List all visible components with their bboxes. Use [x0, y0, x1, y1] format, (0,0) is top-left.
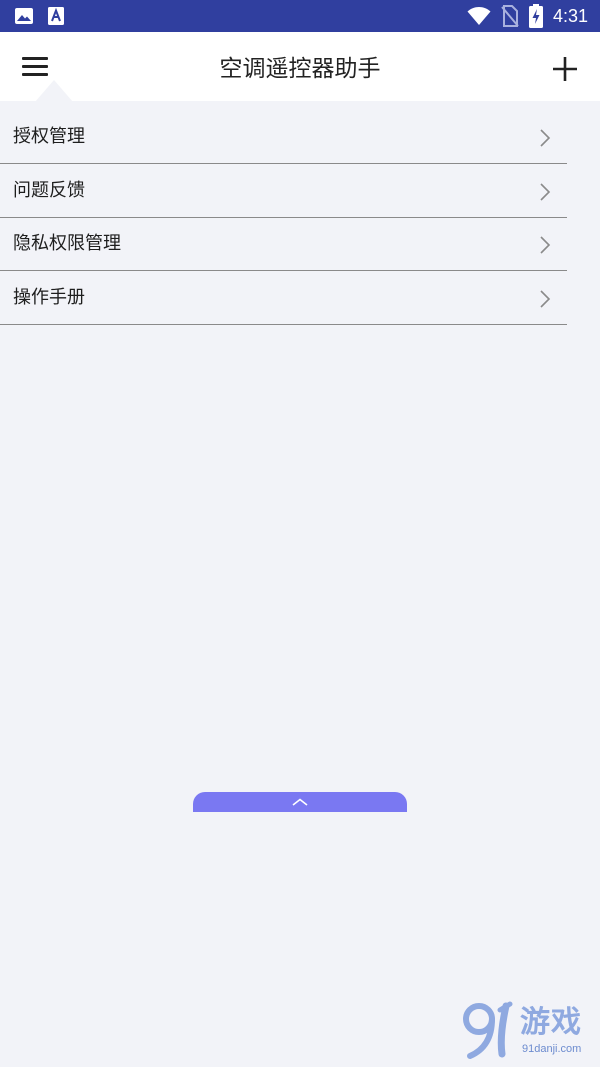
- menu-item-authorization[interactable]: 授权管理: [0, 111, 567, 164]
- menu-item-label: 操作手册: [13, 286, 85, 308]
- page-title: 空调遥控器助手: [219, 56, 381, 82]
- menu-item-label: 问题反馈: [13, 179, 85, 201]
- wifi-icon: [467, 7, 491, 25]
- chevron-right-icon: [540, 129, 551, 147]
- menu-item-feedback[interactable]: 问题反馈: [0, 165, 567, 218]
- menu-item-label: 隐私权限管理: [13, 233, 121, 254]
- chevron-right-icon: [540, 236, 551, 254]
- status-bar: 4:31: [0, 0, 600, 32]
- chevron-up-icon: [292, 798, 308, 806]
- no-sim-icon: [501, 5, 519, 27]
- watermark-logo-text: 游戏: [520, 1005, 582, 1040]
- plus-icon[interactable]: [550, 54, 580, 84]
- hamburger-menu-icon[interactable]: [16, 52, 52, 82]
- drawer-menu: 授权管理 问题反馈 隐私权限管理 操作手册: [0, 111, 567, 325]
- text-a-icon: [48, 7, 64, 25]
- chevron-right-icon: [540, 289, 551, 308]
- menu-item-privacy-permissions[interactable]: 隐私权限管理: [0, 218, 567, 271]
- battery-charging-icon: [528, 4, 543, 28]
- menu-item-label: 授权管理: [13, 126, 85, 147]
- status-left-icons: [14, 7, 64, 25]
- menu-pointer-notch: [35, 80, 73, 102]
- status-right-icons: 4:31: [467, 3, 588, 29]
- pull-up-tab[interactable]: [193, 792, 407, 812]
- watermark-url: 91danji.com: [522, 1043, 582, 1055]
- chevron-right-icon: [540, 182, 551, 201]
- watermark-logo-icon: [463, 1001, 513, 1059]
- status-time: 4:31: [552, 6, 588, 26]
- menu-item-user-manual[interactable]: 操作手册: [0, 272, 567, 325]
- image-icon: [15, 8, 33, 24]
- app-header: 空调遥控器助手: [0, 32, 600, 101]
- watermark: 游戏 91danji.com: [462, 998, 598, 1062]
